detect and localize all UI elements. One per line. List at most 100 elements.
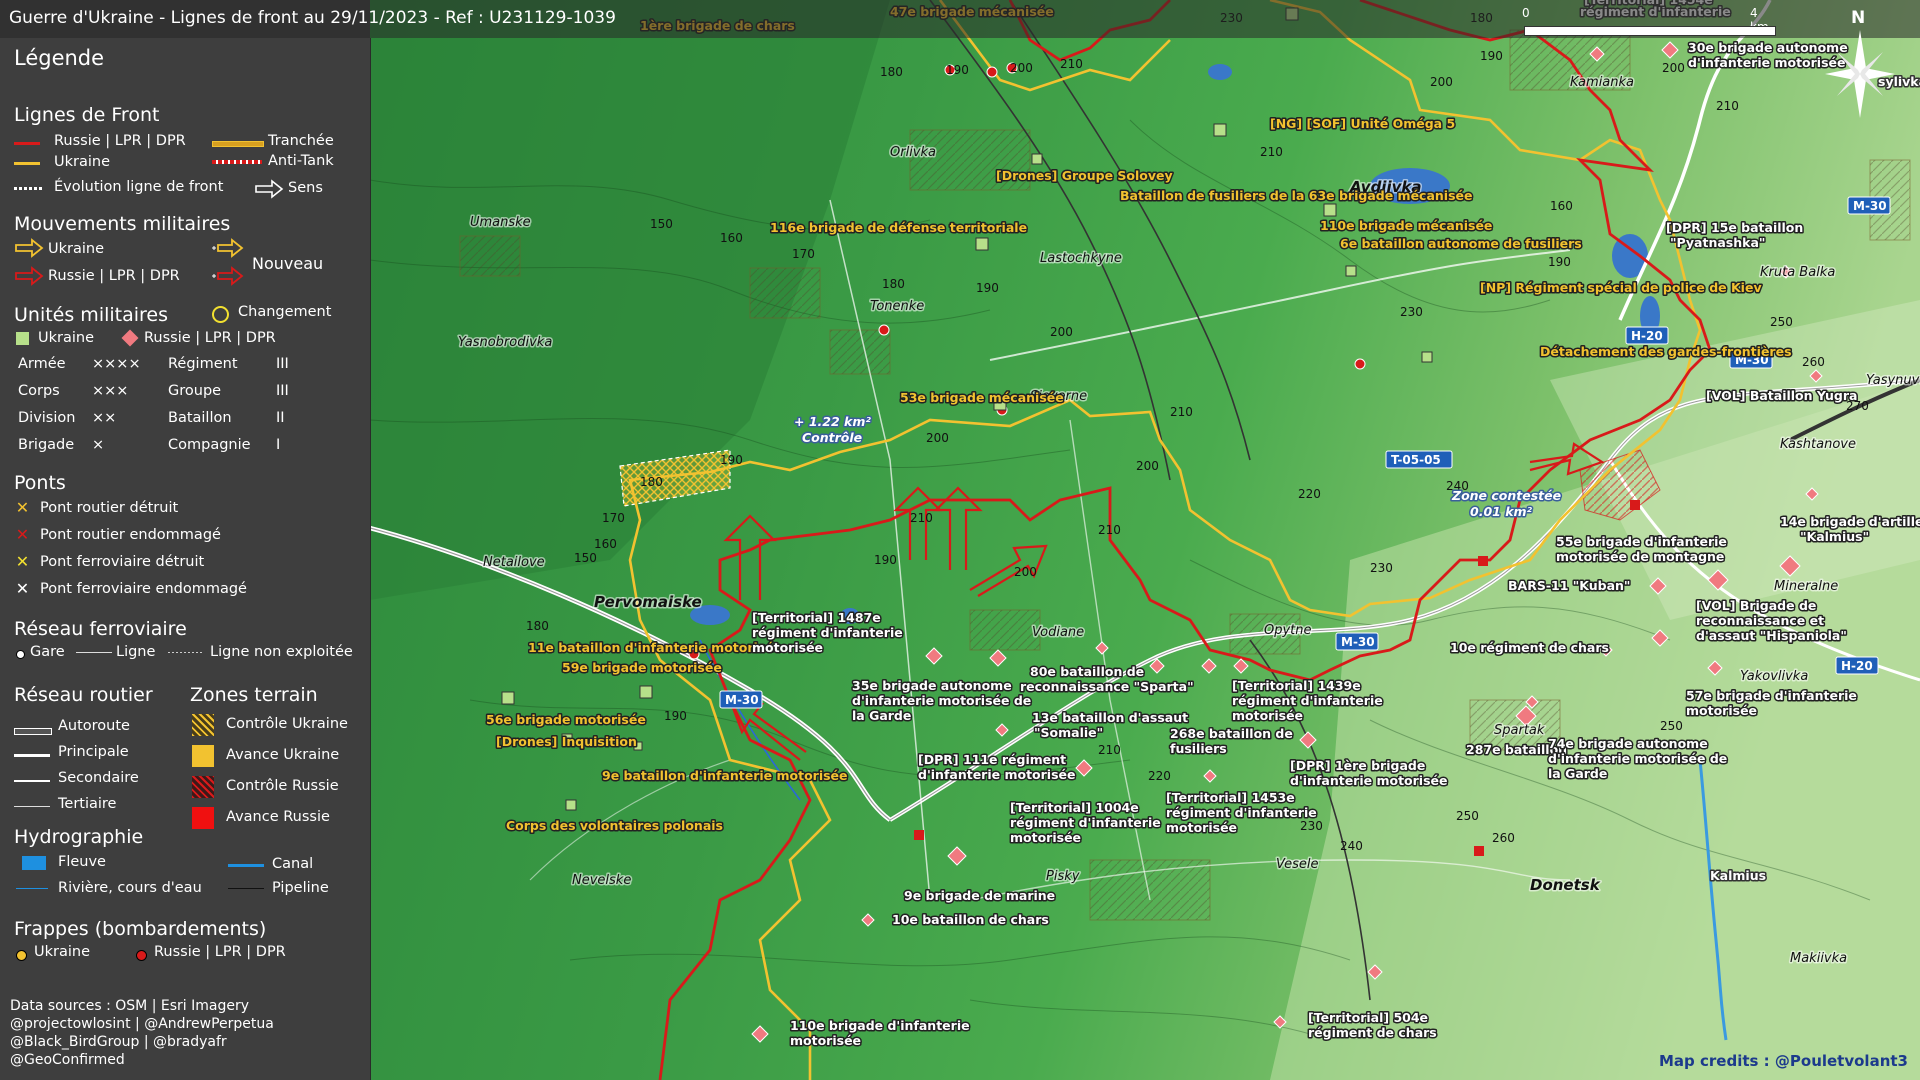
source-line: @projectowlosint | @AndrewPerpetua xyxy=(10,1016,274,1032)
road-label: H-20 xyxy=(1631,329,1663,343)
source-line: @Black_BirdGroup | @bradyafr xyxy=(10,1034,227,1050)
ukraine-unit-label: Détachement des gardes-frontières xyxy=(1540,344,1792,359)
legend-rail-station: Gare xyxy=(30,644,65,660)
bridge-cross-icon: ✕ xyxy=(15,525,30,544)
altitude-label: 260 xyxy=(1802,355,1825,369)
map-credits: Map credits : @Pouletvolant3 xyxy=(1659,1052,1908,1070)
altitude-label: 210 xyxy=(910,511,933,525)
town-label: Lastochkyne xyxy=(1040,251,1122,266)
legend-strikes-heading: Frappes (bombardements) xyxy=(14,918,267,940)
russian-unit-label: "Pyatnashka" xyxy=(1670,235,1765,250)
legend-hydro-heading: Hydrographie xyxy=(14,826,144,848)
pipeline-swatch xyxy=(228,888,264,889)
echelon-symbol: III xyxy=(276,383,289,399)
legend-roads-heading: Réseau routier xyxy=(14,684,153,706)
road-label: M-30 xyxy=(725,693,759,707)
russian-unit-label: d'assaut "Hispaniola" xyxy=(1696,628,1847,643)
ukraine-line-swatch xyxy=(14,162,40,165)
front-map[interactable]: 1801902002102301801902002101501601701801… xyxy=(370,0,1920,1080)
altitude-label: 260 xyxy=(1492,831,1515,845)
russian-unit-label: [VOL] Brigade de xyxy=(1696,598,1816,613)
road-swatch xyxy=(14,780,50,782)
town-label: Spartak xyxy=(1494,723,1545,738)
altitude-label: 210 xyxy=(1716,99,1739,113)
altitude-label: 190 xyxy=(664,709,687,723)
ukraine-unit-label: [NG] [SOF] Unité Oméga 5 xyxy=(1270,116,1455,131)
echelon-symbol: II xyxy=(276,410,285,426)
echelon-symbol: I xyxy=(276,437,281,453)
bridge-cross-icon: ✕ xyxy=(15,579,30,598)
ukraine-unit-label: 6e bataillon autonome de fusiliers xyxy=(1340,236,1582,251)
russian-unit-label: 10e régiment de chars xyxy=(1450,640,1609,655)
town-label: Yasnobrodivka xyxy=(458,335,552,350)
town-label: Pervomaiske xyxy=(594,593,702,611)
russian-unit-label: 14e brigade d'artillerie xyxy=(1780,514,1920,529)
legend-front-ukraine: Ukraine xyxy=(54,154,110,170)
ukraine-unit-label: 9e bataillon d'infanterie motorisée xyxy=(602,768,848,783)
road-type-label: Autoroute xyxy=(58,718,130,734)
altitude-label: 200 xyxy=(1010,61,1033,75)
echelon-symbol: × xyxy=(92,437,105,453)
legend-units-ukraine: Ukraine xyxy=(38,330,94,346)
legend-rail-line: Ligne xyxy=(116,644,156,660)
altitude-label: 210 xyxy=(1060,57,1083,71)
altitude-label: 190 xyxy=(1480,49,1503,63)
zone-annotation: 0.01 km² xyxy=(1470,504,1533,519)
legend-movements-heading: Mouvements militaires xyxy=(14,213,231,235)
russian-unit-label: 9e brigade de marine xyxy=(904,888,1055,903)
altitude-label: 230 xyxy=(1370,561,1393,575)
legend-movements-new: Nouveau xyxy=(252,254,324,273)
altitude-label: 190 xyxy=(874,553,897,567)
legend-units-russia: Russie | LPR | DPR xyxy=(144,330,276,346)
bridge-cross-icon: ✕ xyxy=(15,498,30,517)
echelon-symbol: ×× xyxy=(92,410,117,426)
altitude-label: 160 xyxy=(1550,199,1573,213)
altitude-label: 200 xyxy=(1050,325,1073,339)
zone-annotation: + 1.22 km² xyxy=(794,414,871,429)
echelon-symbol: ××× xyxy=(92,383,129,399)
misc-label: Kalmius xyxy=(1710,868,1766,883)
russian-unit-label: [DPR] 1ère brigade xyxy=(1290,758,1425,773)
river-swatch xyxy=(22,856,46,870)
stream-swatch xyxy=(16,888,48,889)
rail-line-swatch xyxy=(76,652,112,653)
altitude-label: 220 xyxy=(1298,487,1321,501)
russian-unit-label: d'infanterie motorisée de xyxy=(1548,751,1727,766)
altitude-label: 220 xyxy=(1148,769,1171,783)
zone-annotation: Zone contestée xyxy=(1451,488,1561,503)
russian-unit-label: [VOL] Bataillon Yugra xyxy=(1706,388,1857,403)
town-label: Kamianka xyxy=(1570,75,1634,90)
zone-swatch xyxy=(192,776,214,798)
ukraine-unit-label: 11e bataillon d'infanterie motorisée xyxy=(528,640,782,655)
ukraine-unit-label: [NP] Régiment spécial de police de Kiev xyxy=(1480,280,1762,295)
russian-unit-label: motorisée xyxy=(1232,708,1303,723)
russian-unit-label: régiment d'infanterie xyxy=(1010,815,1161,830)
russian-unit-label: 80e bataillon de xyxy=(1030,664,1144,679)
altitude-label: 200 xyxy=(1662,61,1685,75)
russian-unit-label: régiment d'infanterie xyxy=(752,625,903,640)
new-russia-arrow-icon xyxy=(212,266,244,286)
compass-icon xyxy=(1825,30,1895,118)
zone-swatch xyxy=(192,745,214,767)
change-circle-icon xyxy=(212,306,229,323)
russian-unit-label: motorisée xyxy=(790,1033,861,1048)
trench-swatch xyxy=(212,141,264,147)
altitude-label: 170 xyxy=(602,511,625,525)
russian-unit-label: d'infanterie motorisée xyxy=(1290,773,1447,788)
russian-unit-label: 10e bataillon de chars xyxy=(892,912,1049,927)
legend-bridges-heading: Ponts xyxy=(14,472,66,494)
zone-swatch xyxy=(192,807,214,829)
road-swatch xyxy=(14,754,50,757)
legend-movements-ukraine: Ukraine xyxy=(48,241,104,257)
ukraine-strike-dot-icon xyxy=(16,950,27,961)
zone-type-label: Avance Russie xyxy=(226,809,330,825)
town-label: Pisky xyxy=(1046,869,1080,884)
altitude-label: 180 xyxy=(526,619,549,633)
ukraine-movement-arrow-icon xyxy=(15,238,44,258)
town-label: Kashtanove xyxy=(1780,437,1856,452)
echelon-name: Division xyxy=(18,410,76,426)
altitude-label: 240 xyxy=(1340,839,1363,853)
road-type-label: Principale xyxy=(58,744,129,760)
bridge-type-label: Pont ferroviaire détruit xyxy=(40,554,205,570)
echelon-symbol: ×××× xyxy=(92,356,141,372)
